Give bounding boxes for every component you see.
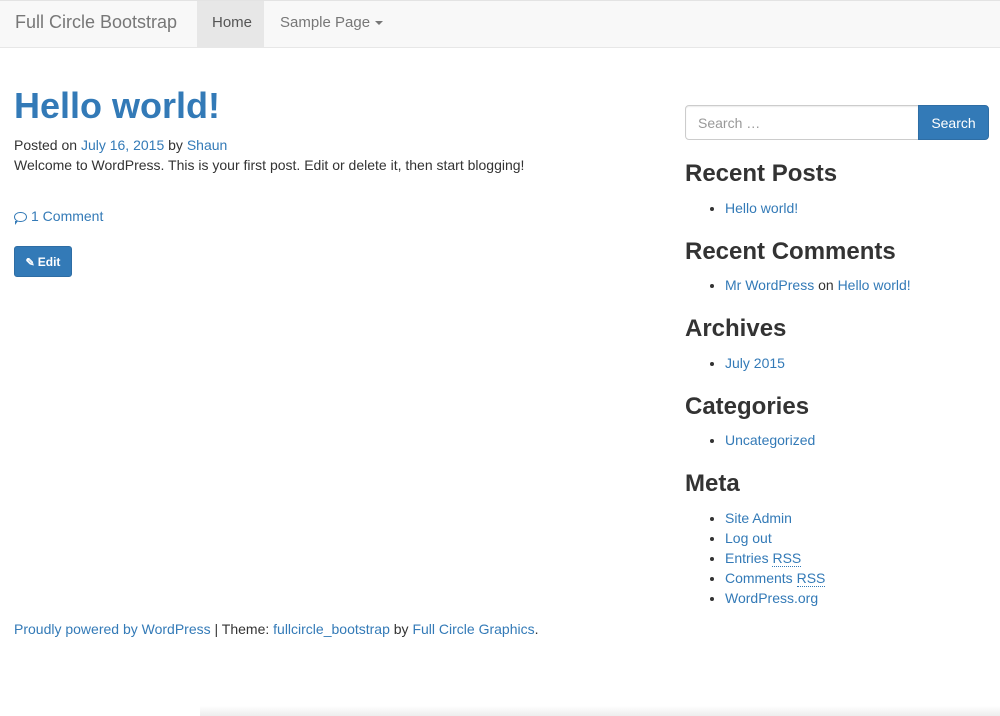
list-item: Uncategorized	[725, 430, 815, 450]
list-item: Hello world!	[725, 198, 798, 218]
post-title-link[interactable]: Hello world!	[14, 85, 220, 126]
category-link[interactable]: Uncategorized	[725, 432, 815, 448]
meta-list: Site Admin Log out Entries RSS Comments …	[685, 508, 826, 608]
list-item: WordPress.org	[725, 588, 825, 608]
recent-comments-title: Recent Comments	[685, 238, 896, 265]
post-body: Welcome to WordPress. This is your first…	[14, 157, 525, 173]
recent-comments-list: Mr WordPress on Hello world!	[685, 275, 911, 295]
search-button[interactable]: Search	[918, 105, 989, 140]
bottom-shadow	[200, 706, 1000, 716]
comments-link[interactable]: 1 Comment	[14, 208, 104, 225]
meta-title: Meta	[685, 470, 740, 497]
site-footer: Proudly powered by WordPress | Theme: fu…	[14, 621, 538, 637]
rss-abbr: RSS	[796, 570, 826, 587]
search-input[interactable]	[685, 105, 919, 140]
log-out-link[interactable]: Log out	[725, 530, 772, 546]
list-item: Log out	[725, 528, 825, 548]
pencil-icon: ✎	[25, 256, 35, 269]
wordpress-org-link[interactable]: WordPress.org	[725, 590, 818, 606]
posted-on-label: Posted on	[14, 137, 78, 153]
footer-separator: |	[214, 621, 219, 637]
navbar: Full Circle Bootstrap Home Sample Page	[0, 0, 1000, 48]
site-brand-link[interactable]: Full Circle Bootstrap	[15, 12, 177, 33]
post-date-link[interactable]: July 16, 2015	[81, 137, 164, 153]
categories-list: Uncategorized	[685, 430, 815, 450]
comments-link-label: 1 Comment	[31, 208, 104, 224]
list-item: Site Admin	[725, 508, 825, 528]
recent-posts-title: Recent Posts	[685, 160, 838, 187]
powered-by-link[interactable]: Proudly powered by WordPress	[14, 621, 211, 637]
footer-by-label: by	[393, 621, 409, 637]
comments-rss-prefix: Comments	[725, 570, 793, 586]
post-title: Hello world!	[14, 84, 220, 128]
rss-abbr: RSS	[772, 550, 802, 567]
categories-title: Categories	[685, 393, 810, 420]
archives-list: July 2015	[685, 353, 785, 373]
theme-label: Theme:	[221, 621, 270, 637]
comments-rss-link[interactable]: Comments RSS	[725, 570, 826, 587]
list-item: Entries RSS	[725, 548, 825, 568]
list-item: Mr WordPress on Hello world!	[725, 275, 911, 295]
site-admin-link[interactable]: Site Admin	[725, 510, 792, 526]
recent-post-link[interactable]: Hello world!	[725, 200, 798, 216]
nav-item-home[interactable]: Home	[197, 1, 264, 47]
nav-item-sample-page[interactable]: Sample Page	[265, 1, 398, 47]
post-author-link[interactable]: Shaun	[187, 137, 227, 153]
archives-title: Archives	[685, 315, 787, 342]
list-item: July 2015	[725, 353, 785, 373]
footer-period: .	[534, 621, 539, 637]
comment-on-label: on	[818, 277, 834, 293]
comment-icon	[14, 212, 27, 225]
theme-author-link[interactable]: Full Circle Graphics	[412, 621, 534, 637]
comment-post-link[interactable]: Hello world!	[838, 277, 911, 293]
by-label: by	[168, 137, 183, 153]
comment-author-link[interactable]: Mr WordPress	[725, 277, 814, 293]
edit-button-label: Edit	[37, 254, 61, 269]
nav-item-sample-page-label: Sample Page	[280, 14, 371, 31]
entries-rss-link[interactable]: Entries RSS	[725, 550, 802, 567]
edit-button[interactable]: ✎ Edit	[14, 246, 72, 277]
list-item: Comments RSS	[725, 568, 826, 588]
archive-link[interactable]: July 2015	[725, 355, 785, 371]
post-meta: Posted on July 16, 2015 by Shaun	[14, 137, 227, 153]
recent-posts-list: Hello world!	[685, 198, 798, 218]
entries-rss-prefix: Entries	[725, 550, 769, 566]
caret-down-icon	[375, 21, 384, 26]
theme-name-link[interactable]: fullcircle_bootstrap	[273, 621, 390, 637]
